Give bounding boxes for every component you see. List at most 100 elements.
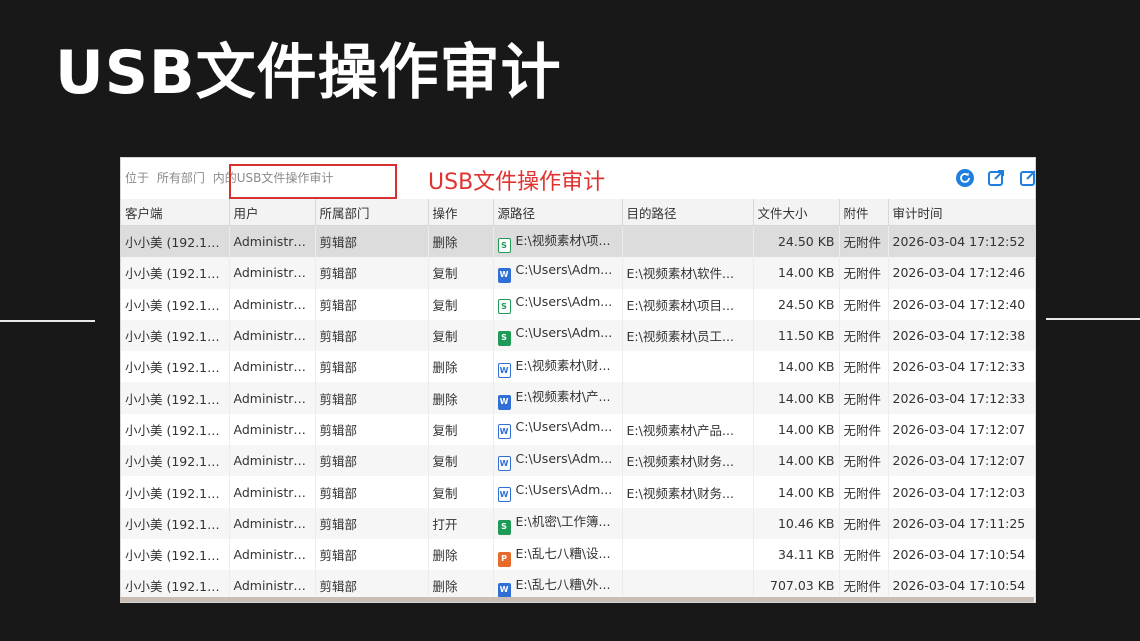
cell-src: W E:\视频素材\财... xyxy=(493,351,623,383)
refresh-icon[interactable] xyxy=(955,168,975,188)
cell-time: 2026-03-04 17:12:07 xyxy=(888,413,1035,446)
cell-attach: 无附件 xyxy=(839,225,889,258)
cell-client: 小小美 (192.16... xyxy=(121,319,230,352)
table-row[interactable]: 小小美 (192.16... Administra... 剪辑部 复制 W C:\User… xyxy=(121,476,1035,508)
word-doc-icon: W xyxy=(497,363,511,379)
cell-size: 14.00 KB xyxy=(753,445,840,477)
column-header[interactable]: 源路径 xyxy=(493,199,623,226)
audit-table: 客户端 用户 所属部门 操作 源路径 目的路径 文件大小 附件 审计时间 小小美 (192.16… xyxy=(121,199,1035,602)
cell-op: 删除 xyxy=(428,538,494,571)
cell-src: S C:\Users\Adm... xyxy=(493,319,623,352)
table-header: 客户端 用户 所属部门 操作 源路径 目的路径 文件大小 附件 审计时间 xyxy=(121,199,1035,226)
cell-size: 11.50 KB xyxy=(753,319,840,352)
table-row[interactable]: 小小美 (192.16... Administra... 剪辑部 打开 S E:\机密\工… xyxy=(121,507,1035,539)
table-body: 小小美 (192.16... Administra... 剪辑部 删除 S E:\视频素材… xyxy=(121,225,1035,602)
cell-op: 打开 xyxy=(428,507,494,539)
cell-attach: 无附件 xyxy=(839,351,889,383)
cell-attach: 无附件 xyxy=(839,538,889,571)
cell-attach: 无附件 xyxy=(839,507,889,539)
column-header[interactable]: 所属部门 xyxy=(315,199,429,226)
cell-client: 小小美 (192.16... xyxy=(121,507,230,539)
cell-time: 2026-03-04 17:12:52 xyxy=(888,225,1035,258)
column-header[interactable]: 文件大小 xyxy=(753,199,840,226)
word-doc-icon: W xyxy=(497,268,511,284)
cell-client: 小小美 (192.16... xyxy=(121,538,230,571)
cell-dst xyxy=(622,538,754,571)
spreadsheet-icon: S xyxy=(497,299,511,315)
cell-time: 2026-03-04 17:12:46 xyxy=(888,257,1035,289)
column-header[interactable]: 客户端 xyxy=(121,199,230,226)
source-path-text: C:\Users\Adm... xyxy=(515,450,613,466)
breadcrumb-scope[interactable]: 所有部门 xyxy=(157,171,205,185)
cell-op: 删除 xyxy=(428,351,494,383)
cell-src: W E:\视频素材\产... xyxy=(493,382,623,414)
cell-dept: 剪辑部 xyxy=(315,445,429,477)
cell-dept: 剪辑部 xyxy=(315,225,429,258)
cell-dst: E:\视频素材\项目... xyxy=(622,288,754,320)
cell-user: Administra... xyxy=(229,288,316,320)
table-row[interactable]: 小小美 (192.16... Administra... 剪辑部 删除 W E:\视频素材… xyxy=(121,382,1035,414)
export2-icon[interactable] xyxy=(1019,168,1036,188)
cell-size: 14.00 KB xyxy=(753,413,840,446)
cell-client: 小小美 (192.16... xyxy=(121,413,230,446)
cell-dst: E:\视频素材\员工... xyxy=(622,319,754,352)
cell-time: 2026-03-04 17:12:40 xyxy=(888,288,1035,320)
export-icon[interactable] xyxy=(987,168,1007,188)
cell-op: 复制 xyxy=(428,319,494,352)
cell-src: S E:\视频素材\项... xyxy=(493,225,623,258)
word-doc-icon: W xyxy=(497,395,511,411)
table-row[interactable]: 小小美 (192.16... Administra... 剪辑部 复制 W C:\User… xyxy=(121,445,1035,477)
cell-op: 复制 xyxy=(428,476,494,508)
column-header[interactable]: 审计时间 xyxy=(888,199,1035,226)
cell-op: 删除 xyxy=(428,225,494,258)
spreadsheet-icon: S xyxy=(497,238,511,254)
source-path-text: E:\视频素材\项... xyxy=(515,233,611,249)
presentation-icon: P xyxy=(497,551,511,567)
column-header[interactable]: 目的路径 xyxy=(622,199,754,226)
source-path-text: E:\机密\工作簿... xyxy=(515,514,611,530)
cell-user: Administra... xyxy=(229,445,316,477)
source-path-text: C:\Users\Adm... xyxy=(515,325,613,341)
word-doc-icon: W xyxy=(497,487,511,503)
cell-src: P E:\乱七八糟\设... xyxy=(493,538,623,571)
cell-time: 2026-03-04 17:11:25 xyxy=(888,507,1035,539)
table-row[interactable]: 小小美 (192.16... Administra... 剪辑部 删除 W E:\视频素材… xyxy=(121,351,1035,383)
cell-attach: 无附件 xyxy=(839,288,889,320)
column-header[interactable]: 操作 xyxy=(428,199,494,226)
cell-dept: 剪辑部 xyxy=(315,413,429,446)
cell-user: Administra... xyxy=(229,413,316,446)
cell-dst: E:\视频素材\产品... xyxy=(622,413,754,446)
table-row[interactable]: 小小美 (192.16... Administra... 剪辑部 删除 P E:\乱七八糟… xyxy=(121,538,1035,571)
cell-user: Administra... xyxy=(229,257,316,289)
cell-dept: 剪辑部 xyxy=(315,538,429,571)
column-header[interactable]: 用户 xyxy=(229,199,316,226)
cell-client: 小小美 (192.16... xyxy=(121,476,230,508)
cell-src: W C:\Users\Adm... xyxy=(493,445,623,477)
table-row[interactable]: 小小美 (192.16... Administra... 剪辑部 复制 S C:\User… xyxy=(121,288,1035,320)
cell-client: 小小美 (192.16... xyxy=(121,351,230,383)
word-doc-icon: W xyxy=(497,582,511,598)
cell-user: Administra... xyxy=(229,351,316,383)
slide-title: USB文件操作审计 xyxy=(55,38,562,108)
cell-size: 14.00 KB xyxy=(753,351,840,383)
cell-dept: 剪辑部 xyxy=(315,351,429,383)
cell-time: 2026-03-04 17:12:33 xyxy=(888,382,1035,414)
source-path-text: E:\乱七八糟\设... xyxy=(515,545,611,561)
cell-size: 34.11 KB xyxy=(753,538,840,571)
table-row[interactable]: 小小美 (192.16... Administra... 剪辑部 删除 S E:\视频素材… xyxy=(121,225,1035,258)
cell-time: 2026-03-04 17:12:07 xyxy=(888,445,1035,477)
column-header[interactable]: 附件 xyxy=(839,199,889,226)
cell-op: 复制 xyxy=(428,413,494,446)
cell-dept: 剪辑部 xyxy=(315,382,429,414)
cell-src: W C:\Users\Adm... xyxy=(493,413,623,446)
cell-dst: E:\视频素材\财务... xyxy=(622,476,754,508)
cell-client: 小小美 (192.16... xyxy=(121,225,230,258)
table-row[interactable]: 小小美 (192.16... Administra... 剪辑部 复制 W C:\User… xyxy=(121,257,1035,289)
table-row[interactable]: 小小美 (192.16... Administra... 剪辑部 复制 W C:\User… xyxy=(121,413,1035,446)
decorative-line-right xyxy=(1046,318,1140,320)
cell-size: 14.00 KB xyxy=(753,382,840,414)
cell-op: 复制 xyxy=(428,445,494,477)
table-row[interactable]: 小小美 (192.16... Administra... 剪辑部 复制 S C:\User… xyxy=(121,319,1035,352)
cell-src: W C:\Users\Adm... xyxy=(493,476,623,508)
spreadsheet-icon: S xyxy=(497,331,511,347)
